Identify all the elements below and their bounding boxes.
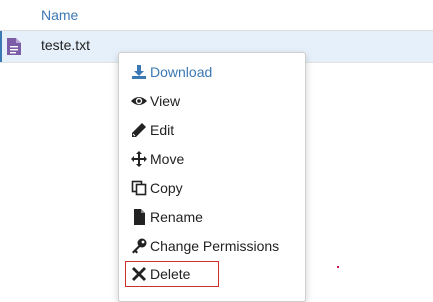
file-name[interactable]: teste.txt [41, 37, 90, 53]
menu-item-move[interactable]: Move [119, 146, 305, 172]
eye-icon [131, 93, 147, 109]
menu-item-copy[interactable]: Copy [119, 175, 305, 201]
copy-icon [131, 180, 147, 196]
document-icon [7, 38, 21, 55]
key-icon [131, 238, 147, 254]
menu-item-label: Delete [150, 266, 191, 282]
menu-item-change-permissions[interactable]: Change Permissions [119, 233, 305, 259]
close-icon [131, 266, 147, 282]
menu-item-view[interactable]: View [119, 88, 305, 114]
menu-item-label: Edit [150, 122, 175, 138]
move-icon [131, 151, 147, 167]
menu-item-label: Download [150, 64, 213, 80]
menu-item-label: Copy [150, 180, 183, 196]
menu-item-label: View [150, 93, 181, 109]
pencil-icon [131, 122, 147, 138]
menu-item-rename[interactable]: Rename [119, 204, 305, 230]
download-icon [131, 64, 147, 80]
menu-item-label: Move [150, 151, 185, 167]
menu-item-label: Rename [150, 209, 203, 225]
cursor-dot [337, 266, 339, 268]
menu-item-label: Change Permissions [150, 238, 280, 254]
table-header: Name [0, 0, 433, 31]
menu-item-edit[interactable]: Edit [119, 117, 305, 143]
column-header-name[interactable]: Name [41, 7, 78, 23]
menu-item-delete[interactable]: Delete [119, 261, 305, 287]
file-icon [131, 209, 147, 225]
menu-item-download[interactable]: Download [119, 59, 305, 85]
context-menu: Download View Edit Move Copy Rename Chan… [118, 52, 306, 302]
